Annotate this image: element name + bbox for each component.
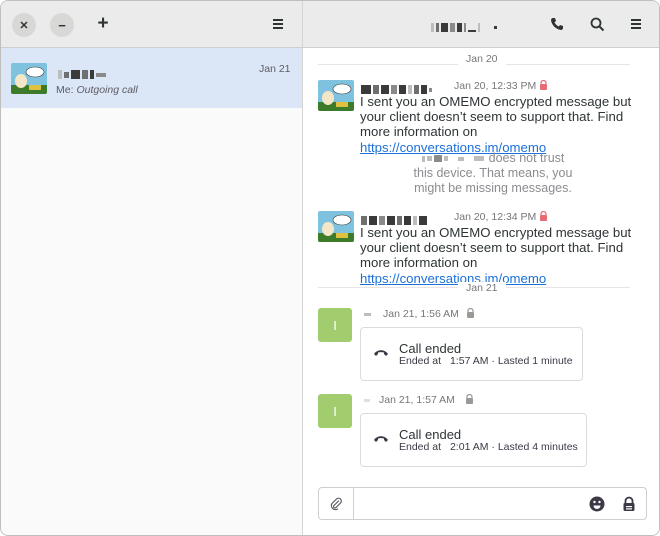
app-window: ✕ − + Jan 21 Me: Outgoing call Jan 20 Ja… xyxy=(0,0,660,536)
call-title: Call ended xyxy=(399,341,462,356)
redacted-name xyxy=(421,151,486,166)
chat-pane: Jan 20 Jan 20, 12:33 PM I sent you an OM… xyxy=(303,1,659,535)
avatar xyxy=(318,80,354,111)
avatar xyxy=(318,211,354,242)
conversation-preview: Me: Outgoing call xyxy=(56,84,138,96)
call-title: Call ended xyxy=(399,427,462,442)
lock-icon xyxy=(467,308,474,318)
date-separator: Jan 21 xyxy=(458,282,506,294)
call-ended-time: 2:01 AM xyxy=(449,441,489,453)
chat-menu-button[interactable] xyxy=(624,12,648,36)
preview-sender: Me: xyxy=(56,84,74,96)
trust-warning: does not trust this device. That means, … xyxy=(393,151,593,196)
trust-warning-line: might be missing messages. xyxy=(414,181,572,196)
message-link[interactable]: https://conversations.im/omemo xyxy=(360,271,546,286)
sidebar-menu-button[interactable] xyxy=(266,12,290,36)
avatar: I xyxy=(318,308,352,342)
redacted-name xyxy=(364,313,371,316)
close-icon: ✕ xyxy=(19,19,29,32)
lock-icon xyxy=(540,211,547,221)
emoji-icon xyxy=(589,496,605,512)
preview-text: Outgoing call xyxy=(76,84,138,96)
conversation-sidebar: ✕ − + Jan 21 Me: Outgoing call xyxy=(1,1,303,535)
message-body: I sent you an OMEMO encrypted message bu… xyxy=(360,225,655,286)
call-card: Call ended Ended at 1:57 AM · Lasted 1 m… xyxy=(360,327,583,381)
call-ended-icon xyxy=(374,436,388,442)
message-text: I sent you an OMEMO encrypted message bu… xyxy=(360,94,632,140)
contact-name-redacted xyxy=(58,66,108,84)
call-ended-label: Ended at xyxy=(399,441,442,453)
minimize-button[interactable]: − xyxy=(50,13,74,37)
message-input[interactable] xyxy=(359,493,583,515)
message-composer xyxy=(318,487,647,520)
lock-icon xyxy=(623,496,635,511)
phone-icon xyxy=(551,18,563,30)
call-button[interactable] xyxy=(545,12,569,36)
avatar: I xyxy=(318,394,352,428)
lock-icon xyxy=(540,80,547,90)
close-button[interactable]: ✕ xyxy=(12,13,36,37)
trust-warning-line: this device. That means, you xyxy=(413,166,573,181)
call-duration: · Lasted 4 minutes xyxy=(491,441,578,453)
encryption-button[interactable] xyxy=(617,492,641,516)
call-ended-icon xyxy=(374,350,388,356)
plus-icon: + xyxy=(97,13,109,34)
date-separator: Jan 20 xyxy=(458,53,506,65)
message-time: Jan 20, 12:34 PM xyxy=(454,211,537,223)
sidebar-headerbar: ✕ − + xyxy=(1,1,302,48)
emoji-button[interactable] xyxy=(585,492,609,516)
avatar xyxy=(11,63,47,94)
trust-warning-line: does not trust xyxy=(488,151,565,165)
message-body: I sent you an OMEMO encrypted message bu… xyxy=(360,94,655,155)
menu-icon xyxy=(273,19,283,29)
conversation-item[interactable]: Jan 21 Me: Outgoing call xyxy=(1,48,302,108)
call-details: Ended at 1:57 AM · Lasted 1 minute xyxy=(399,355,573,367)
attach-button[interactable] xyxy=(319,488,354,519)
call-time: Jan 21, 1:56 AM xyxy=(383,308,459,320)
minimize-icon: − xyxy=(58,17,66,33)
chat-headerbar xyxy=(303,1,659,48)
message-text: I sent you an OMEMO encrypted message bu… xyxy=(360,225,632,271)
chat-title-redacted xyxy=(431,19,499,37)
call-ended-time: 1:57 AM xyxy=(449,355,489,367)
call-duration: · Lasted 1 minute xyxy=(491,355,573,367)
menu-icon xyxy=(631,19,641,29)
paperclip-icon xyxy=(330,497,342,510)
call-details: Ended at 2:01 AM · Lasted 4 minutes xyxy=(399,441,578,453)
call-card: Call ended Ended at 2:01 AM · Lasted 4 m… xyxy=(360,413,587,467)
search-icon xyxy=(590,17,604,31)
add-conversation-button[interactable]: + xyxy=(91,12,115,36)
message-time: Jan 20, 12:33 PM xyxy=(454,80,537,92)
redacted-name xyxy=(364,399,370,402)
lock-icon xyxy=(466,394,473,404)
conversation-date: Jan 21 xyxy=(259,63,291,75)
search-button[interactable] xyxy=(585,12,609,36)
call-time: Jan 21, 1:57 AM xyxy=(379,394,455,406)
call-ended-label: Ended at xyxy=(399,355,442,367)
